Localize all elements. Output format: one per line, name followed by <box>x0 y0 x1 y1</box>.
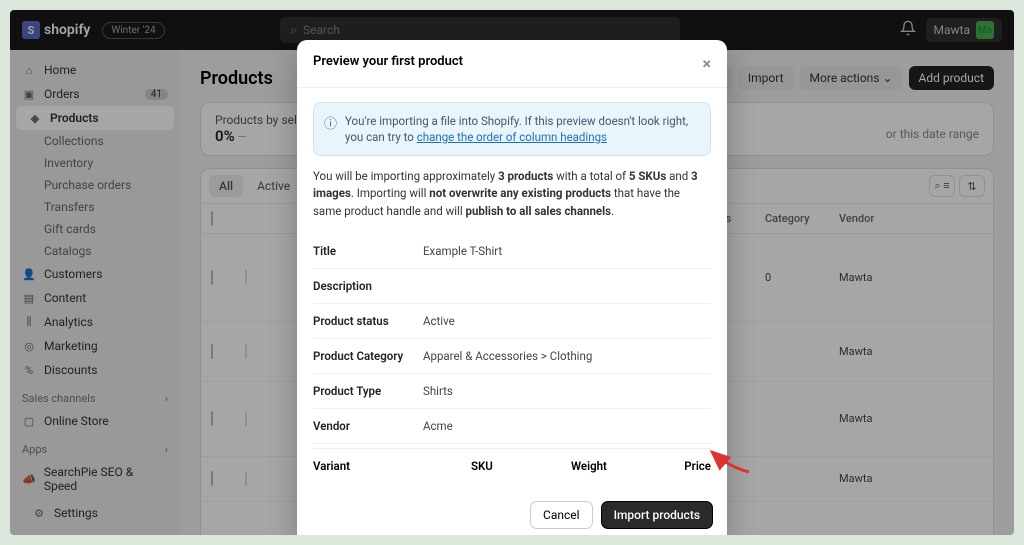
field-desc-value <box>423 279 711 293</box>
cancel-button[interactable]: Cancel <box>530 501 593 529</box>
field-type-label: Product Type <box>313 384 423 398</box>
field-type-value: Shirts <box>423 384 711 398</box>
field-category-value: Apparel & Accessories > Clothing <box>423 349 711 363</box>
import-description: You will be importing approximately 3 pr… <box>313 168 711 220</box>
info-banner: ⓘ You're importing a file into Shopify. … <box>313 102 711 156</box>
field-vendor-value: Acme <box>423 419 711 433</box>
modal-title: Preview your first product <box>313 54 463 73</box>
field-status-value: Active <box>423 314 711 328</box>
change-column-order-link[interactable]: change the order of column headings <box>417 130 607 144</box>
field-title-label: Title <box>313 244 423 258</box>
field-desc-label: Description <box>313 279 423 293</box>
info-icon: ⓘ <box>324 113 337 145</box>
field-category-label: Product Category <box>313 349 423 363</box>
field-vendor-label: Vendor <box>313 419 423 433</box>
field-status-label: Product status <box>313 314 423 328</box>
import-preview-modal: Preview your first product × ⓘ You're im… <box>297 40 727 535</box>
close-icon[interactable]: × <box>703 54 712 73</box>
modal-overlay: Preview your first product × ⓘ You're im… <box>10 10 1014 535</box>
field-title-value: Example T-Shirt <box>423 244 711 258</box>
variant-header: Variant SKU Weight Price <box>313 448 711 477</box>
import-products-button[interactable]: Import products <box>601 501 713 529</box>
